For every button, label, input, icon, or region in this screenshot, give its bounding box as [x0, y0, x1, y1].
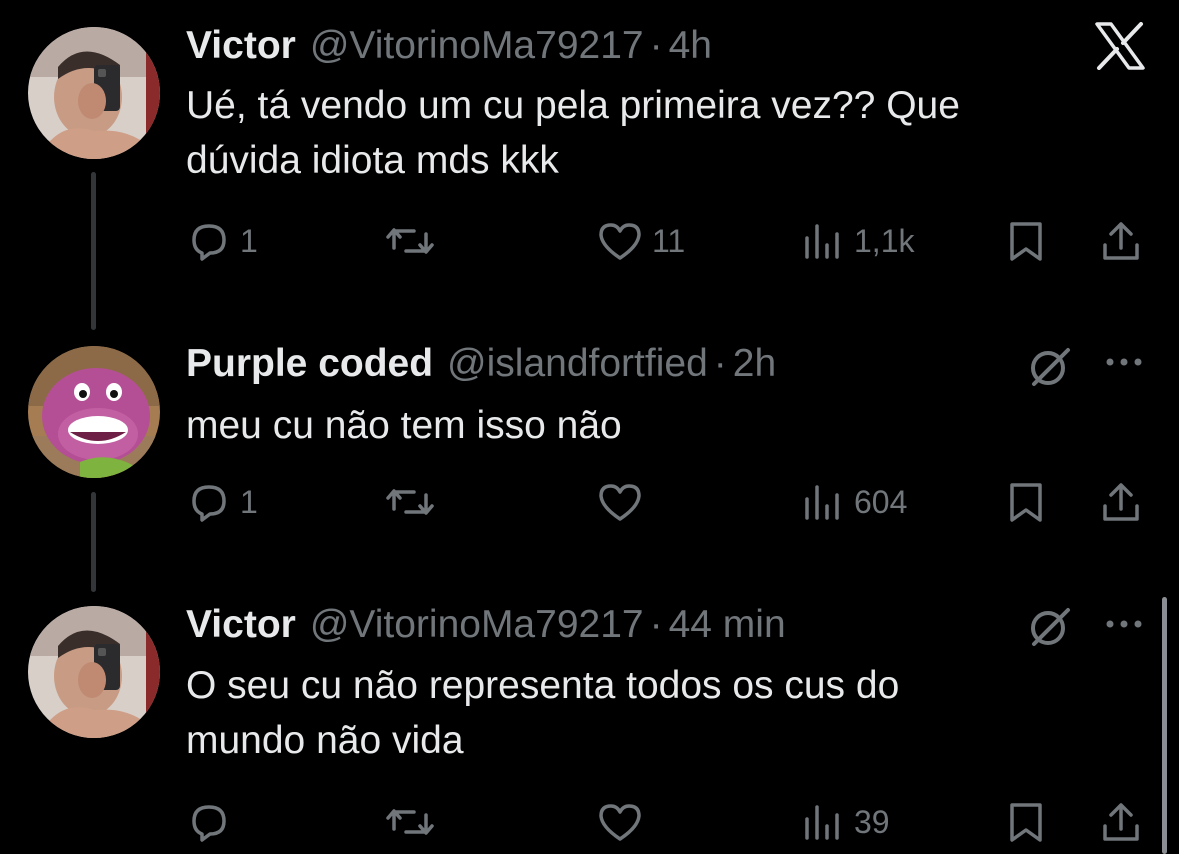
bookmark-icon: [1004, 799, 1048, 845]
tweet-header: Victor @VitorinoMa79217 · 44 min: [186, 600, 786, 650]
tweet-text: O seu cu não representa todos os cus do …: [186, 658, 1086, 768]
tweet-text-line: O seu cu não representa todos os cus do: [186, 664, 900, 707]
bookmark-button[interactable]: [1004, 472, 1048, 532]
repost-button[interactable]: [384, 472, 444, 532]
display-name[interactable]: Victor: [186, 21, 296, 71]
share-button[interactable]: [1098, 211, 1144, 271]
heart-icon: [596, 218, 644, 264]
heart-icon: [596, 799, 644, 845]
share-icon: [1098, 218, 1144, 264]
views-count: 604: [854, 483, 908, 520]
tweet-text-line: dúvida idiota mds kkk: [186, 139, 559, 182]
views-icon: [800, 218, 846, 264]
separator-dot: ·: [713, 342, 727, 385]
tweet-text: meu cu não tem isso não: [186, 398, 1086, 453]
tweet-text-line: meu cu não tem isso não: [186, 404, 622, 447]
share-icon: [1098, 479, 1144, 525]
avatar[interactable]: [28, 346, 160, 478]
heart-icon: [596, 479, 644, 525]
timestamp[interactable]: 4h: [669, 21, 712, 71]
reply-icon: [186, 479, 232, 525]
grok-icon[interactable]: [1026, 342, 1074, 395]
tweet-text-line: mundo não vida: [186, 719, 464, 762]
repost-icon: [384, 218, 436, 264]
thread-screen: Victor @VitorinoMa79217 · 4h Ué, tá vend…: [0, 0, 1179, 854]
more-icon[interactable]: [1104, 352, 1146, 377]
separator-dot: ·: [649, 24, 663, 67]
reply-button[interactable]: 1: [186, 472, 258, 532]
action-bar: 1 11 1,1k: [0, 211, 1179, 271]
reply-icon: [186, 218, 232, 264]
reply-button[interactable]: 1: [186, 211, 258, 271]
reply-count: 1: [240, 222, 258, 259]
action-bar: 39: [0, 792, 1179, 852]
user-handle[interactable]: @VitorinoMa79217: [310, 600, 644, 650]
more-icon[interactable]: [1104, 614, 1146, 639]
reply-count: 1: [240, 483, 258, 520]
reply-icon: [186, 799, 232, 845]
avatar[interactable]: [28, 27, 160, 159]
views-button[interactable]: 1,1k: [800, 211, 914, 271]
share-icon: [1098, 799, 1144, 845]
separator-dot: ·: [649, 603, 663, 646]
grok-icon[interactable]: [1026, 602, 1074, 655]
bookmark-icon: [1004, 218, 1048, 264]
views-button[interactable]: 39: [800, 792, 890, 852]
scrollbar[interactable]: [1162, 597, 1167, 854]
share-button[interactable]: [1098, 472, 1144, 532]
views-icon: [800, 479, 846, 525]
display-name[interactable]: Victor: [186, 600, 296, 650]
views-count: 39: [854, 803, 890, 840]
views-icon: [800, 799, 846, 845]
avatar[interactable]: [28, 606, 160, 738]
like-button[interactable]: [596, 792, 652, 852]
bookmark-button[interactable]: [1004, 211, 1048, 271]
x-logo-icon[interactable]: [1094, 22, 1146, 75]
tweet-text-line: Ué, tá vendo um cu pela primeira vez?? Q…: [186, 84, 960, 127]
bookmark-button[interactable]: [1004, 792, 1048, 852]
like-count: 11: [652, 222, 686, 259]
timestamp[interactable]: 2h: [733, 339, 776, 389]
repost-icon: [384, 479, 436, 525]
timestamp[interactable]: 44 min: [669, 600, 786, 650]
share-button[interactable]: [1098, 792, 1144, 852]
tweet-header: Purple coded @islandfortfied · 2h: [186, 339, 776, 389]
tweet-header: Victor @VitorinoMa79217 · 4h: [186, 21, 712, 71]
action-bar: 1 604: [0, 472, 1179, 532]
bookmark-icon: [1004, 479, 1048, 525]
views-count: 1,1k: [854, 222, 915, 259]
user-handle[interactable]: @VitorinoMa79217: [310, 21, 644, 71]
views-button[interactable]: 604: [800, 472, 907, 532]
like-button[interactable]: 11: [596, 211, 685, 271]
repost-button[interactable]: [384, 211, 444, 271]
repost-icon: [384, 799, 436, 845]
user-handle[interactable]: @islandfortfied: [447, 339, 708, 389]
display-name[interactable]: Purple coded: [186, 339, 433, 389]
reply-button[interactable]: [186, 792, 240, 852]
tweet-text: Ué, tá vendo um cu pela primeira vez?? Q…: [186, 78, 1086, 188]
like-button[interactable]: [596, 472, 652, 532]
repost-button[interactable]: [384, 792, 444, 852]
